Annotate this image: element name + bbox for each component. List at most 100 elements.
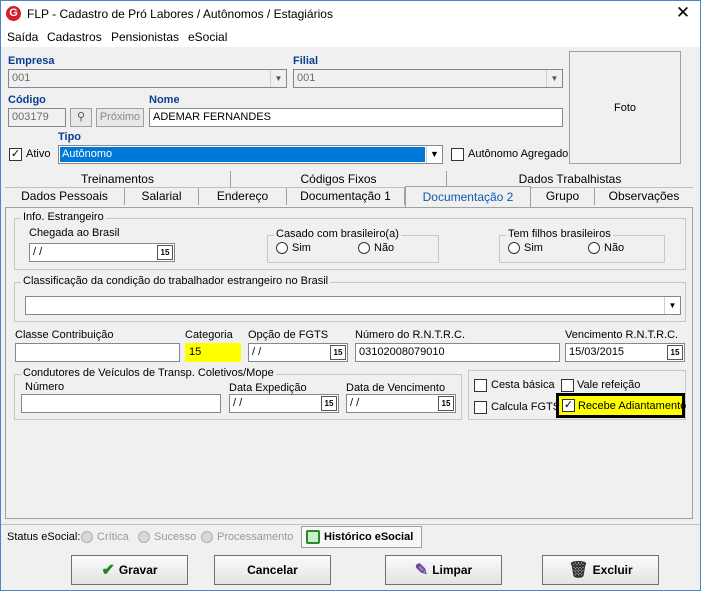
menu-pensionistas[interactable]: Pensionistas bbox=[111, 30, 179, 44]
categoria-field[interactable]: 15 bbox=[185, 343, 241, 362]
classe-field[interactable] bbox=[15, 343, 180, 362]
ativo-label: Ativo bbox=[26, 148, 51, 160]
vale-label: Vale refeição bbox=[577, 379, 641, 391]
venc-rntrc-field[interactable]: 15/03/2015 15 bbox=[565, 343, 685, 362]
calcula-fgts-checkbox[interactable] bbox=[474, 401, 487, 414]
processamento-label: Processamento bbox=[217, 531, 294, 543]
chegada-label: Chegada ao Brasil bbox=[29, 227, 120, 239]
calendar-icon[interactable]: 15 bbox=[667, 345, 683, 360]
numero-field[interactable] bbox=[21, 394, 221, 413]
tab-documentacao-2[interactable]: Documentação 2 bbox=[405, 186, 531, 207]
document-icon bbox=[306, 530, 320, 544]
menu-esocial[interactable]: eSocial bbox=[188, 30, 227, 44]
tab-endereco[interactable]: Endereço bbox=[199, 188, 287, 205]
cesta-checkbox[interactable] bbox=[474, 379, 487, 392]
rntrc-label: Número do R.N.T.R.C. bbox=[355, 329, 466, 341]
rntrc-field[interactable]: 03102008079010 bbox=[355, 343, 560, 362]
filhos-nao-label: Não bbox=[604, 242, 625, 254]
info-estrangeiro-title: Info. Estrangeiro bbox=[21, 211, 106, 223]
tab-panel-documentacao-2: Info. Estrangeiro Chegada ao Brasil / /1… bbox=[5, 207, 693, 519]
chevron-down-icon: ▼ bbox=[546, 70, 562, 87]
tab-dados-pessoais[interactable]: Dados Pessoais bbox=[5, 188, 125, 205]
casado-sim-radio[interactable] bbox=[276, 242, 288, 254]
critica-indicator-icon bbox=[81, 531, 93, 543]
limpar-button[interactable]: ✎ Limpar bbox=[385, 555, 502, 585]
empresa-select[interactable]: 001 ▼ bbox=[8, 69, 287, 88]
chegada-field[interactable]: / /15 bbox=[29, 243, 175, 262]
processamento-indicator-icon bbox=[201, 531, 213, 543]
filhos-group: Tem filhos brasileiros Sim Não bbox=[499, 228, 665, 263]
tab-salarial[interactable]: Salarial bbox=[125, 188, 199, 205]
limpar-label: Limpar bbox=[432, 563, 473, 577]
foto-label: Foto bbox=[614, 102, 637, 114]
venc-rntrc-label: Vencimento R.N.T.R.C. bbox=[565, 329, 679, 341]
chevron-down-icon: ▼ bbox=[270, 70, 286, 87]
condutores-group: Condutores de Veículos de Transp. Coleti… bbox=[14, 367, 462, 420]
autonomo-agregado-label: Autônomo Agregado bbox=[468, 148, 569, 160]
historico-label: Histórico eSocial bbox=[324, 531, 414, 543]
tipo-select[interactable]: Autônomo ▼ bbox=[58, 145, 443, 164]
application-window: G FLP - Cadastro de Pró Labores / Autôno… bbox=[0, 0, 701, 591]
sucesso-indicator-icon bbox=[138, 531, 150, 543]
cesta-label: Cesta básica bbox=[491, 379, 555, 391]
photo-box[interactable]: Foto bbox=[569, 51, 681, 164]
binoculars-icon[interactable]: ⚲ bbox=[70, 108, 92, 127]
tabs-row-2: Dados Pessoais Salarial Endereço Documen… bbox=[5, 186, 693, 207]
adiantamento-label: Recebe Adiantamento bbox=[578, 400, 687, 412]
proximo-button[interactable]: Próximo bbox=[96, 108, 144, 127]
fgts-field[interactable]: / /15 bbox=[248, 343, 348, 362]
tab-grupo[interactable]: Grupo bbox=[531, 188, 595, 205]
classificacao-select[interactable]: ▼ bbox=[25, 296, 681, 315]
nome-field[interactable]: ADEMAR FERNANDES bbox=[149, 108, 563, 127]
autonomo-agregado-checkbox[interactable] bbox=[451, 148, 464, 161]
tabs-row-1: Treinamentos Códigos Fixos Dados Trabalh… bbox=[5, 171, 693, 188]
tab-documentacao-1[interactable]: Documentação 1 bbox=[287, 188, 405, 205]
nome-label: Nome bbox=[149, 94, 180, 106]
filhos-sim-radio[interactable] bbox=[508, 242, 520, 254]
filial-select[interactable]: 001 ▼ bbox=[293, 69, 563, 88]
classe-label: Classe Contribuição bbox=[15, 329, 114, 341]
menu-bar: Saída Cadastros Pensionistas eSocial bbox=[1, 27, 700, 47]
calendar-icon[interactable]: 15 bbox=[438, 396, 454, 411]
tab-observacoes[interactable]: Observações bbox=[595, 188, 693, 205]
expedicao-label: Data Expedição bbox=[229, 382, 307, 394]
tab-treinamentos[interactable]: Treinamentos bbox=[5, 171, 231, 188]
beneficios-group: Cesta básica Vale refeição Calcula FGTS … bbox=[468, 370, 686, 420]
chevron-down-icon: ▼ bbox=[426, 146, 442, 163]
filhos-nao-radio[interactable] bbox=[588, 242, 600, 254]
status-bar: Status eSocial: Crítica Sucesso Processa… bbox=[1, 524, 700, 548]
tipo-selected-value: Autônomo bbox=[60, 147, 425, 162]
adiantamento-checkbox[interactable]: ✓ bbox=[562, 399, 575, 412]
codigo-field[interactable]: 003179 bbox=[8, 108, 66, 127]
vencimento-field[interactable]: / /15 bbox=[346, 394, 456, 413]
casado-nao-radio[interactable] bbox=[358, 242, 370, 254]
vale-checkbox[interactable] bbox=[561, 379, 574, 392]
excluir-button[interactable]: 🗑 Excluir bbox=[542, 555, 659, 585]
ativo-checkbox[interactable]: ✓ bbox=[9, 148, 22, 161]
classificacao-title: Classificação da condição do trabalhador… bbox=[21, 275, 331, 287]
numero-label: Número bbox=[25, 381, 65, 393]
close-icon[interactable]: ✕ bbox=[669, 3, 697, 25]
casado-sim-label: Sim bbox=[292, 242, 311, 254]
calendar-icon[interactable]: 15 bbox=[321, 396, 337, 411]
filial-label: Filial bbox=[293, 55, 319, 67]
menu-cadastros[interactable]: Cadastros bbox=[47, 30, 102, 44]
filhos-title: Tem filhos brasileiros bbox=[506, 228, 613, 240]
eraser-icon: ✎ bbox=[414, 561, 429, 579]
menu-saida[interactable]: Saída bbox=[7, 30, 38, 44]
app-logo-icon: G bbox=[6, 6, 21, 21]
vencimento-label: Data de Vencimento bbox=[346, 382, 446, 394]
calendar-icon[interactable]: 15 bbox=[157, 245, 173, 260]
historico-esocial-button[interactable]: Histórico eSocial bbox=[301, 526, 422, 548]
empresa-label: Empresa bbox=[8, 55, 55, 67]
status-esocial-label: Status eSocial: bbox=[7, 531, 81, 543]
cancelar-label: Cancelar bbox=[247, 563, 298, 577]
gravar-button[interactable]: ✔ Gravar bbox=[71, 555, 188, 585]
cancelar-button[interactable]: Cancelar bbox=[214, 555, 331, 585]
expedicao-field[interactable]: / /15 bbox=[229, 394, 339, 413]
info-estrangeiro-group: Info. Estrangeiro Chegada ao Brasil / /1… bbox=[14, 211, 686, 270]
calcula-fgts-label: Calcula FGTS bbox=[491, 401, 561, 413]
critica-label: Crítica bbox=[97, 531, 129, 543]
calendar-icon[interactable]: 15 bbox=[330, 345, 346, 360]
title-bar: G FLP - Cadastro de Pró Labores / Autôno… bbox=[1, 1, 700, 27]
